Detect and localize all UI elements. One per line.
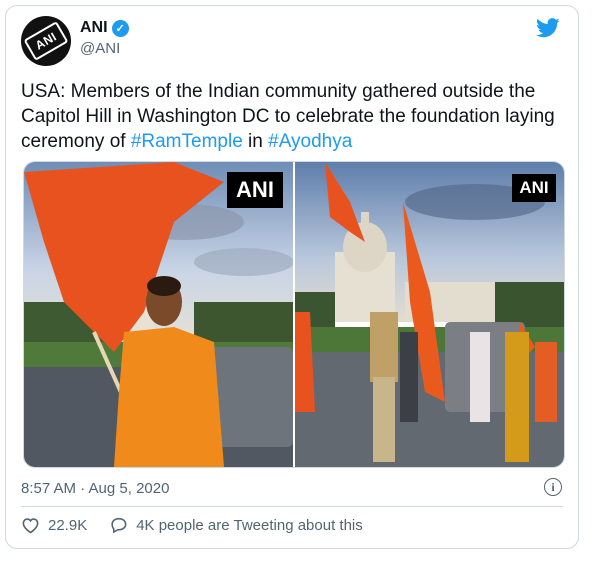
avatar[interactable]: ANI: [21, 16, 71, 66]
author-name[interactable]: ANI: [80, 19, 108, 37]
like-button[interactable]: 22.9K: [21, 516, 87, 534]
photo-right[interactable]: ANI: [295, 162, 564, 467]
info-icon[interactable]: i: [544, 478, 562, 496]
action-bar: 22.9K 4K people are Tweeting about this: [21, 516, 385, 534]
heart-icon: [22, 518, 39, 534]
author-handle[interactable]: @ANI: [80, 40, 120, 57]
author-name-row: ANI ✓: [80, 19, 129, 37]
conversation-button[interactable]: 4K people are Tweeting about this: [109, 516, 363, 534]
twitter-bird-icon[interactable]: [536, 18, 560, 43]
watermark-ani-left: ANI: [227, 172, 283, 208]
media-grid: ANI ANI: [23, 161, 565, 468]
verified-badge-icon: ✓: [111, 19, 129, 37]
hashtag-ayodhya-link[interactable]: #Ayodhya: [268, 131, 352, 152]
divider: [21, 506, 563, 507]
tweet-timestamp[interactable]: 8:57 AM · Aug 5, 2020: [21, 480, 169, 497]
hashtag-ramtemple-link[interactable]: #RamTemple: [131, 131, 243, 152]
like-count: 22.9K: [48, 516, 88, 534]
tweet-text: USA: Members of the Indian community gat…: [21, 79, 566, 154]
conversation-text: 4K people are Tweeting about this: [136, 516, 363, 534]
photo-left[interactable]: ANI: [24, 162, 293, 467]
ani-logo: ANI: [23, 21, 69, 61]
tweet-card: ANI ANI ✓ @ANI USA: Members of the India…: [5, 5, 579, 549]
comment-icon: [111, 517, 127, 533]
tweet-text-connector: in: [242, 131, 269, 152]
watermark-ani-right: ANI: [512, 174, 556, 202]
